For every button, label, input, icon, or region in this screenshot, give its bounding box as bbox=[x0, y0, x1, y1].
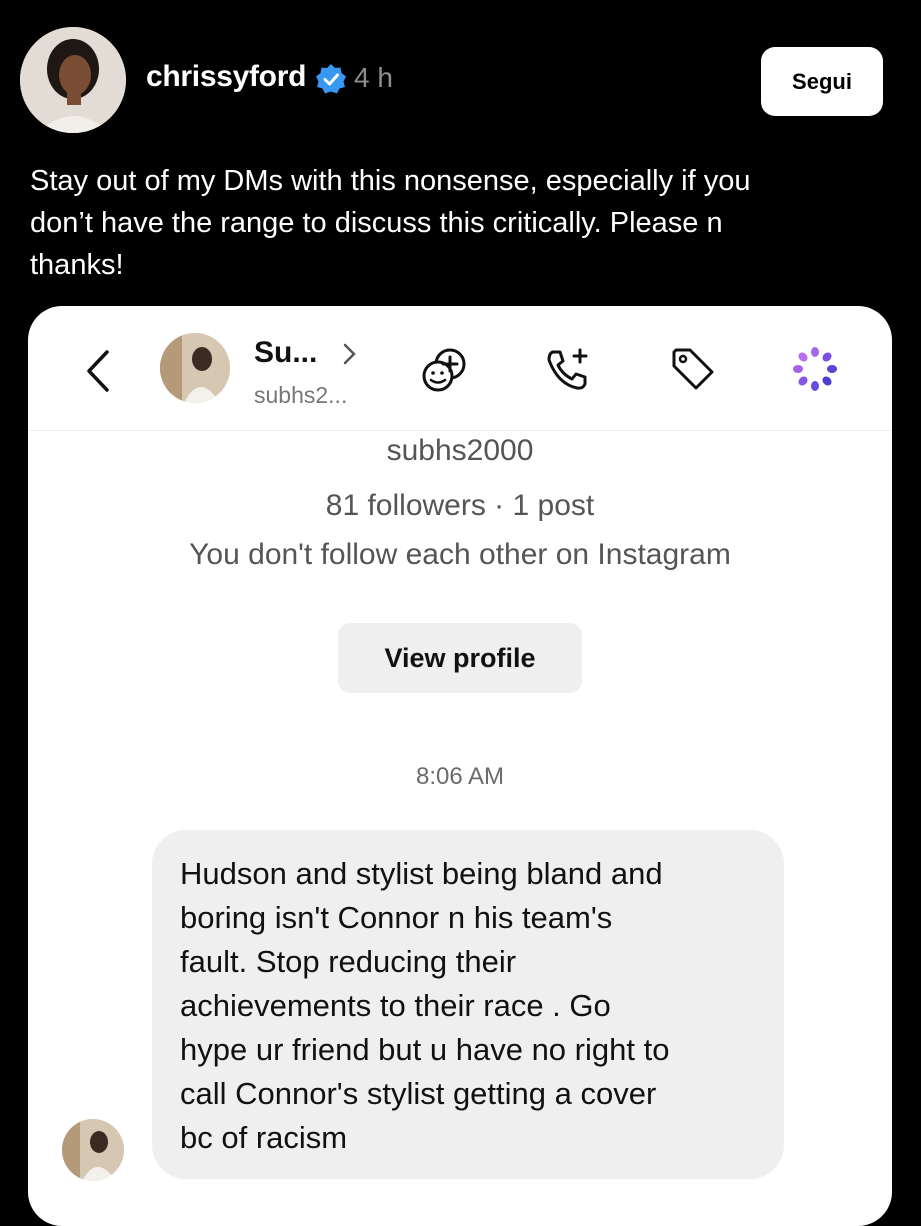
message-timestamp: 8:06 AM bbox=[415, 763, 505, 790]
message-line: boring isn't Connor n his team's bbox=[180, 900, 613, 935]
message-line: fault. Stop reducing their bbox=[180, 944, 517, 979]
dm-contact-avatar[interactable] bbox=[160, 333, 230, 403]
caption-line: don’t have the range to discuss this cri… bbox=[30, 207, 723, 239]
back-arrow-icon[interactable] bbox=[83, 348, 113, 394]
post-caption: Stay out of my DMs with this nonsense, e… bbox=[30, 160, 890, 286]
caption-line: thanks! bbox=[30, 249, 124, 281]
chevron-right-icon bbox=[343, 343, 356, 365]
message-line: achievements to their race . Go bbox=[180, 988, 611, 1023]
dm-contact-name[interactable]: Su... bbox=[254, 336, 317, 370]
tag-icon[interactable] bbox=[668, 344, 718, 394]
dm-screenshot-card: Su... subhs2... subhs2000 81 followers ·… bbox=[28, 306, 892, 1226]
dm-header: Su... subhs2... bbox=[28, 306, 892, 431]
sender-avatar[interactable] bbox=[62, 1119, 124, 1181]
post-username[interactable]: chrissyford bbox=[146, 60, 306, 94]
post-time: 4 h bbox=[354, 62, 393, 93]
add-reaction-icon[interactable] bbox=[420, 344, 470, 394]
view-profile-button[interactable]: View profile bbox=[338, 623, 582, 693]
follow-status-note: You don't follow each other on Instagram bbox=[189, 538, 731, 571]
message-line: bc of racism bbox=[180, 1120, 348, 1155]
message-text: Hudson and stylist being bland and borin… bbox=[180, 852, 770, 1160]
dm-contact-handle: subhs2... bbox=[254, 382, 348, 408]
message-line: hype ur friend but u have no right to bbox=[180, 1032, 670, 1067]
profile-username: subhs2000 bbox=[386, 434, 534, 467]
caption-line: Stay out of my DMs with this nonsense, e… bbox=[30, 165, 751, 197]
profile-stats: 81 followers · 1 post bbox=[325, 489, 595, 522]
verified-badge-icon bbox=[316, 64, 346, 94]
message-line: call Connor's stylist getting a cover bbox=[180, 1076, 657, 1111]
follow-button[interactable]: Segui bbox=[761, 47, 883, 116]
call-add-icon[interactable] bbox=[543, 344, 593, 394]
ai-sparkle-icon[interactable] bbox=[790, 344, 840, 394]
message-line: Hudson and stylist being bland and bbox=[180, 856, 663, 891]
post-author-avatar[interactable] bbox=[20, 27, 126, 133]
message-bubble[interactable]: Hudson and stylist being bland and borin… bbox=[152, 830, 784, 1179]
